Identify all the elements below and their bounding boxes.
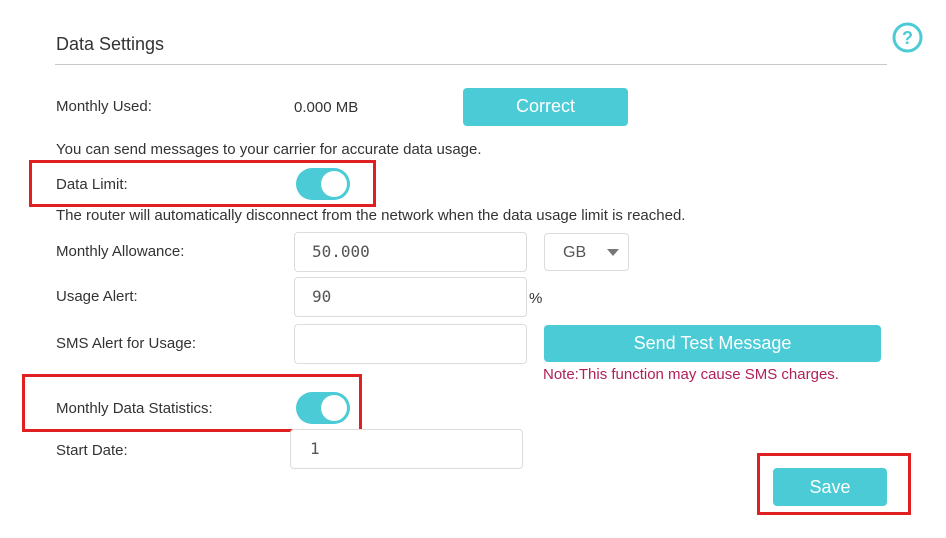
data-limit-toggle[interactable] [296,168,350,200]
usage-alert-input[interactable]: 90 [294,277,527,317]
divider [55,64,887,65]
unit-select-value: GB [563,244,587,261]
disconnect-info-text: The router will automatically disconnect… [56,207,686,224]
monthly-allowance-label: Monthly Allowance: [56,243,185,260]
sms-alert-input[interactable] [294,324,527,364]
carrier-info-text: You can send messages to your carrier fo… [56,141,482,158]
sms-charge-note: Note:This function may cause SMS charges… [543,366,839,383]
start-date-input[interactable]: 1 [290,429,523,469]
start-date-label: Start Date: [56,442,128,459]
percent-unit: % [529,290,543,307]
svg-text:?: ? [902,28,913,48]
send-test-message-button[interactable]: Send Test Message [544,325,881,362]
monthly-used-value: 0.000 MB [294,99,359,116]
section-title: Data Settings [56,34,165,54]
usage-alert-label: Usage Alert: [56,288,138,305]
sms-alert-label: SMS Alert for Usage: [56,335,197,352]
data-limit-label: Data Limit: [56,176,128,193]
monthly-allowance-input[interactable]: 50.000 [294,232,527,272]
monthly-stats-label: Monthly Data Statistics: [56,400,213,417]
save-button[interactable]: Save [773,468,887,506]
toggle-knob [321,395,347,421]
help-icon[interactable]: ? [892,22,923,53]
monthly-stats-toggle[interactable] [296,392,350,424]
unit-select[interactable]: GB [544,233,629,271]
toggle-knob [321,171,347,197]
monthly-used-label: Monthly Used: [56,98,152,115]
chevron-down-icon [607,249,619,256]
correct-button[interactable]: Correct [463,88,628,126]
